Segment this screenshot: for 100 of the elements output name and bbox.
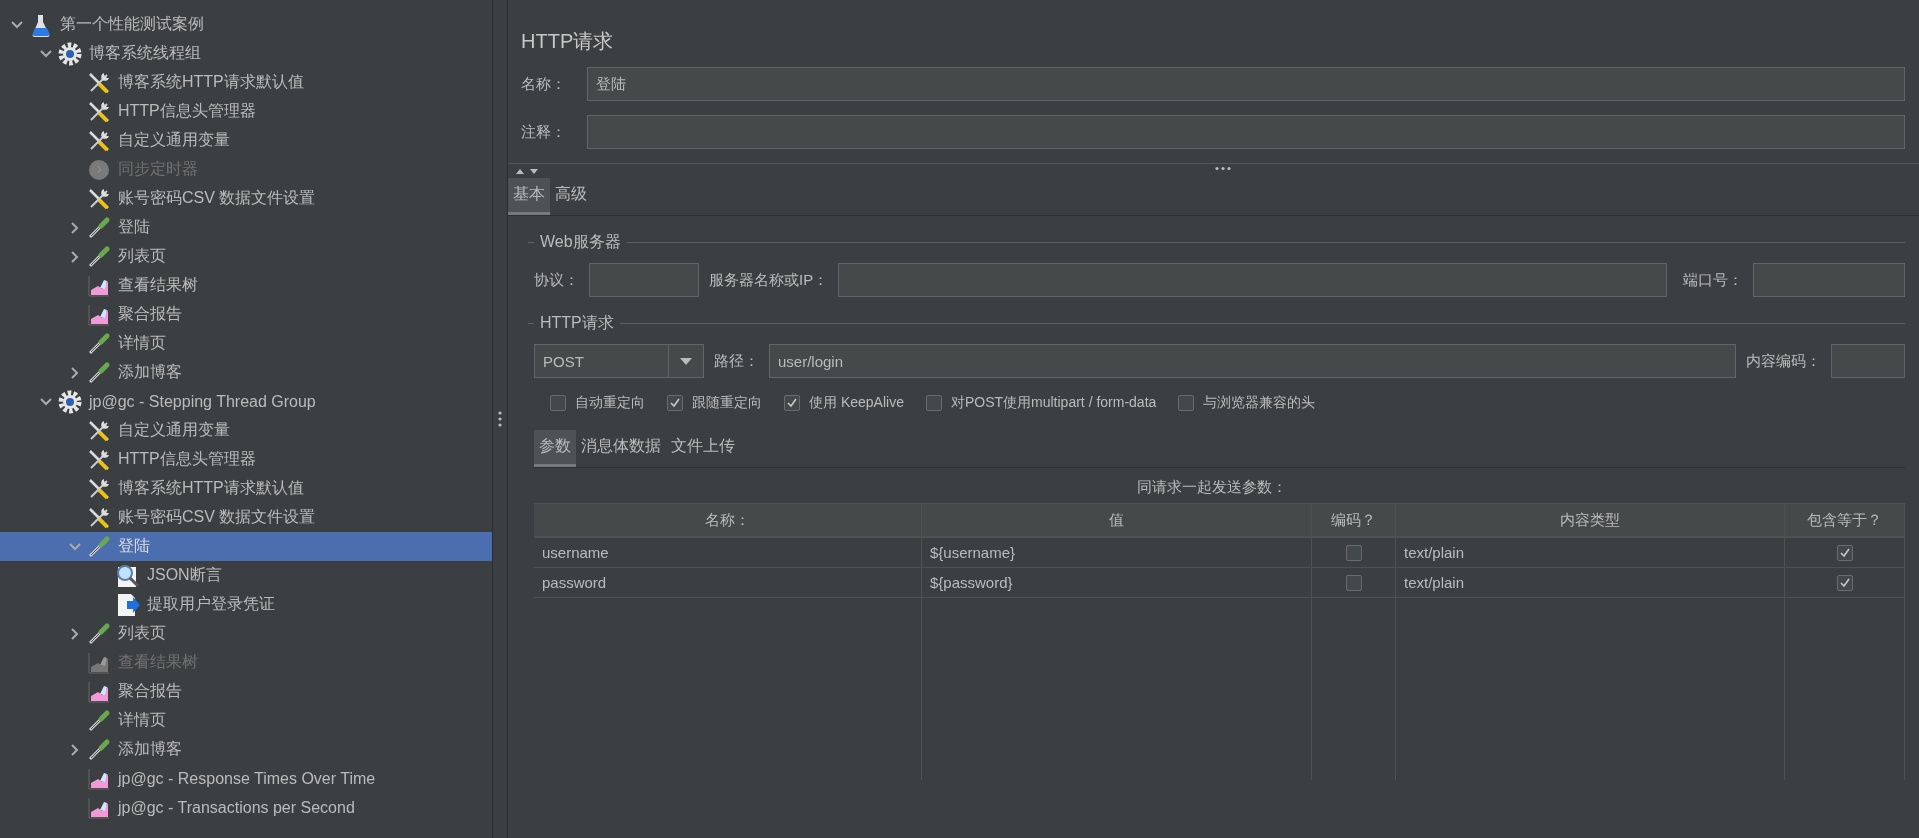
field-label: 端口号：: [1683, 270, 1743, 290]
tree-item[interactable]: 添加博客: [0, 735, 492, 764]
tree-item[interactable]: 详情页: [0, 329, 492, 358]
caret-icon: [680, 357, 692, 365]
field-label: 名称：: [520, 74, 567, 94]
tab[interactable]: 基本: [508, 178, 550, 215]
checkbox[interactable]: [1345, 574, 1362, 591]
checkbox[interactable]: [1836, 544, 1853, 561]
checkbox[interactable]: [550, 395, 566, 411]
tree-item-label: 查看结果树: [118, 275, 198, 295]
tree-item[interactable]: 第一个性能测试案例: [0, 10, 492, 39]
tab[interactable]: 高级: [550, 178, 592, 215]
checkbox-label[interactable]: 自动重定向: [575, 394, 645, 412]
tree-item-label: JSON断言: [147, 565, 222, 585]
tree-item[interactable]: JSON断言: [0, 561, 492, 590]
tree-item[interactable]: 账号密码CSV 数据文件设置: [0, 184, 492, 213]
tree-item[interactable]: 博客系统HTTP请求默认值: [0, 474, 492, 503]
checkbox[interactable]: [1178, 395, 1195, 411]
tools-icon: [87, 128, 111, 153]
pipette-icon: [87, 360, 111, 385]
tree-item[interactable]: 登陆: [0, 213, 492, 242]
tree-item-label: 详情页: [118, 710, 166, 730]
tree-item-label: 博客系统HTTP请求默认值: [118, 478, 304, 498]
tree-item-label: HTTP信息头管理器: [118, 449, 256, 469]
tab[interactable]: 文件上传: [666, 430, 740, 467]
path-field[interactable]: user/login: [769, 344, 1736, 378]
drag-handle-icon[interactable]: [1213, 166, 1232, 171]
tools-icon: [87, 505, 111, 530]
tree-item[interactable]: 自定义通用变量: [0, 126, 492, 155]
checkbox-label[interactable]: 与浏览器兼容的头: [1203, 394, 1316, 412]
column-header: 编码？: [1312, 503, 1396, 538]
pipette-icon: [87, 621, 111, 646]
tree-item[interactable]: jp@gc - Stepping Thread Group: [0, 387, 492, 416]
tree-item-label: 聚合报告: [118, 304, 182, 324]
tree-item-label: 第一个性能测试案例: [60, 14, 204, 34]
port-field[interactable]: [1753, 263, 1905, 297]
table-cell: text/plain: [1396, 568, 1785, 598]
tree-item[interactable]: 列表页: [0, 619, 492, 648]
method-dropdown[interactable]: POST: [534, 344, 704, 378]
checkbox-label[interactable]: 使用 KeepAlive: [809, 394, 904, 412]
group-title: HTTP请求: [540, 313, 614, 333]
chart-icon: [87, 795, 111, 820]
pipette-icon: [87, 708, 111, 733]
tree-item-label: 登陆: [118, 536, 150, 556]
checkbox[interactable]: [784, 395, 800, 411]
tree-item[interactable]: 列表页: [0, 242, 492, 271]
tree-item[interactable]: 添加博客: [0, 358, 492, 387]
flask-icon: [30, 12, 52, 37]
tree-item[interactable]: HTTP信息头管理器: [0, 97, 492, 126]
tree-item[interactable]: 博客系统HTTP请求默认值: [0, 68, 492, 97]
tree-item-label: 登陆: [118, 217, 150, 237]
tree-item-label: jp@gc - Stepping Thread Group: [89, 392, 316, 411]
tree-item[interactable]: 聚合报告: [0, 300, 492, 329]
field-label: 内容编码：: [1746, 351, 1821, 371]
tree-item-label: 提取用户登录凭证: [147, 594, 275, 614]
table-caption: 同请求一起发送参数：: [1135, 478, 1288, 497]
chart-icon: [87, 679, 111, 704]
tree-item-label: 详情页: [118, 333, 166, 353]
tree-item[interactable]: 聚合报告: [0, 677, 492, 706]
tab[interactable]: 参数: [534, 430, 576, 467]
tree-item[interactable]: HTTP信息头管理器: [0, 445, 492, 474]
encoding-field[interactable]: [1831, 344, 1905, 378]
pipette-icon: [87, 215, 111, 240]
column-header: 名称：: [534, 503, 922, 538]
table-cell: password: [534, 568, 922, 598]
checkbox-label[interactable]: 对POST使用multipart / form-data: [950, 394, 1157, 412]
tree-item[interactable]: 自定义通用变量: [0, 416, 492, 445]
tree-item[interactable]: jp@gc - Response Times Over Time: [0, 764, 492, 793]
table-cell: ${username}: [922, 538, 1312, 568]
tree-item-label: 账号密码CSV 数据文件设置: [118, 507, 316, 527]
drag-handle-icon[interactable]: [498, 410, 502, 428]
chart-icon: [87, 273, 111, 298]
chart-icon: [87, 766, 111, 791]
checkbox-label[interactable]: 跟随重定向: [692, 394, 762, 412]
field-label: 服务器名称或IP：: [709, 270, 829, 290]
tree-item[interactable]: 查看结果树: [0, 271, 492, 300]
tree-item[interactable]: 登陆: [0, 532, 492, 561]
name-field[interactable]: 登陆: [587, 67, 1905, 101]
column-header: 内容类型: [1396, 503, 1785, 538]
protocol-field[interactable]: [589, 263, 699, 297]
tree-item[interactable]: 详情页: [0, 706, 492, 735]
comment-field[interactable]: [587, 115, 1905, 149]
tree-item[interactable]: 提取用户登录凭证: [0, 590, 492, 619]
tree-item-label: 聚合报告: [118, 681, 182, 701]
column-header: 值: [922, 503, 1312, 538]
checkbox[interactable]: [1836, 574, 1853, 591]
checkbox[interactable]: [1345, 544, 1362, 561]
tools-icon: [87, 418, 111, 443]
pipette-icon: [87, 331, 111, 356]
checkbox[interactable]: [925, 395, 942, 411]
server-field[interactable]: [838, 263, 1667, 297]
tree-item[interactable]: 博客系统线程组: [0, 39, 492, 68]
document-arrow-icon: [115, 591, 141, 618]
tools-icon: [87, 70, 111, 95]
tree-item-label: 添加博客: [118, 362, 182, 382]
checkbox[interactable]: [667, 395, 683, 411]
tree-item[interactable]: jp@gc - Transactions per Second: [0, 793, 492, 822]
tree-item[interactable]: 账号密码CSV 数据文件设置: [0, 503, 492, 532]
tab[interactable]: 消息体数据: [576, 430, 666, 467]
tree-item-label: HTTP信息头管理器: [118, 101, 256, 121]
